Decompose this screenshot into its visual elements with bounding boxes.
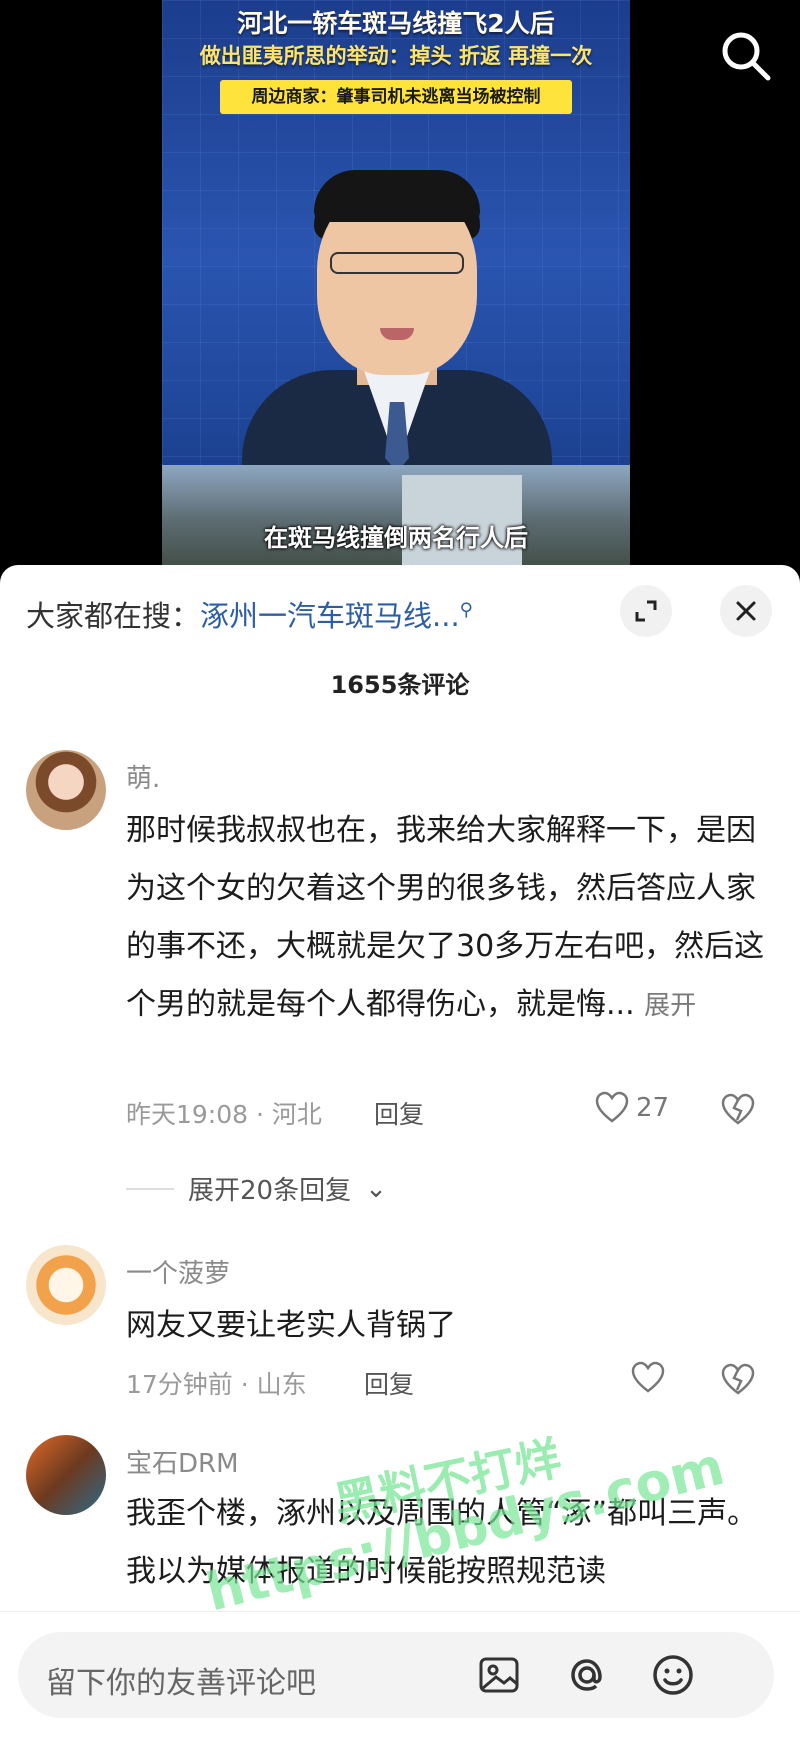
- search-small-icon: ⚲: [459, 599, 473, 621]
- heart-icon: [595, 1091, 629, 1123]
- video-frame: 河北一轿车斑马线撞飞2人后 做出匪夷所思的举动：掉头 折返 再撞一次 周边商家：…: [162, 0, 630, 575]
- trending-search-prefix: 大家都在搜：: [26, 599, 201, 633]
- comment-username[interactable]: 宝石DRM: [126, 1443, 239, 1480]
- comment-count: 1655条评论: [330, 671, 470, 699]
- comment-username[interactable]: 萌.: [126, 758, 160, 795]
- emoji-button[interactable]: [648, 1650, 698, 1700]
- at-icon: [571, 1659, 602, 1691]
- video-player[interactable]: 河北一轿车斑马线撞飞2人后 做出匪夷所思的举动：掉头 折返 再撞一次 周边商家：…: [0, 0, 800, 575]
- image-button[interactable]: [474, 1650, 524, 1700]
- mention-button[interactable]: [562, 1650, 612, 1700]
- comment-username[interactable]: 一个菠萝: [126, 1253, 230, 1290]
- reply-button[interactable]: 回复: [374, 1095, 424, 1131]
- expand-button[interactable]: [620, 585, 672, 637]
- headline-title: 河北一轿车斑马线撞飞2人后: [237, 9, 555, 38]
- dislike-button[interactable]: [720, 1092, 756, 1132]
- trending-search[interactable]: 大家都在搜：涿州一汽车斑马线...⚲: [26, 593, 473, 635]
- expand-replies-label: 展开20条回复: [188, 1176, 352, 1206]
- image-icon: [479, 1657, 519, 1693]
- video-caption: 在斑马线撞倒两名行人后: [264, 524, 528, 552]
- search-button[interactable]: [718, 28, 774, 84]
- expand-replies-button[interactable]: 展开20条回复 ⌄: [126, 1170, 387, 1207]
- chevron-down-icon: ⌄: [365, 1173, 387, 1204]
- trending-search-term[interactable]: 涿州一汽车斑马线...: [200, 599, 460, 633]
- dislike-icon: [721, 1093, 755, 1125]
- dislike-icon: [721, 1363, 755, 1395]
- headline-subtitle: 做出匪夷所思的举动：掉头 折返 再撞一次: [199, 44, 593, 68]
- avatar[interactable]: [26, 1435, 106, 1515]
- expand-icon: [635, 600, 657, 622]
- avatar[interactable]: [26, 1245, 106, 1325]
- comment-meta: 昨天19:08 · 河北: [126, 1100, 322, 1129]
- like-button[interactable]: 27: [594, 1090, 669, 1126]
- divider-line: [126, 1187, 174, 1190]
- expand-text-link[interactable]: 展开: [644, 991, 696, 1021]
- close-icon: [736, 601, 756, 621]
- comment-meta: 17分钟前 · 山东: [126, 1370, 307, 1399]
- dislike-button[interactable]: [720, 1362, 756, 1402]
- comment-body: 网友又要让老实人背锅了: [126, 1308, 456, 1343]
- comment-text: 那时候我叔叔也在，我来给大家解释一下，是因为这个女的欠着这个男的很多钱，然后答应…: [126, 802, 766, 1035]
- avatar[interactable]: [26, 750, 106, 830]
- search-icon: [722, 32, 771, 81]
- headline-banner: 周边商家：肇事司机未逃离当场被控制: [220, 80, 572, 114]
- like-count: 27: [636, 1093, 670, 1123]
- news-anchor-figure: [222, 140, 572, 490]
- heart-icon: [631, 1361, 665, 1393]
- close-button[interactable]: [720, 585, 772, 637]
- emoji-icon: [653, 1655, 693, 1695]
- comment-input-placeholder: 留下你的友善评论吧: [46, 1666, 316, 1701]
- like-button[interactable]: [630, 1360, 666, 1396]
- comment-input[interactable]: 留下你的友善评论吧: [18, 1632, 774, 1718]
- reply-button[interactable]: 回复: [364, 1365, 414, 1401]
- comment-input-bar: 留下你的友善评论吧: [0, 1611, 800, 1738]
